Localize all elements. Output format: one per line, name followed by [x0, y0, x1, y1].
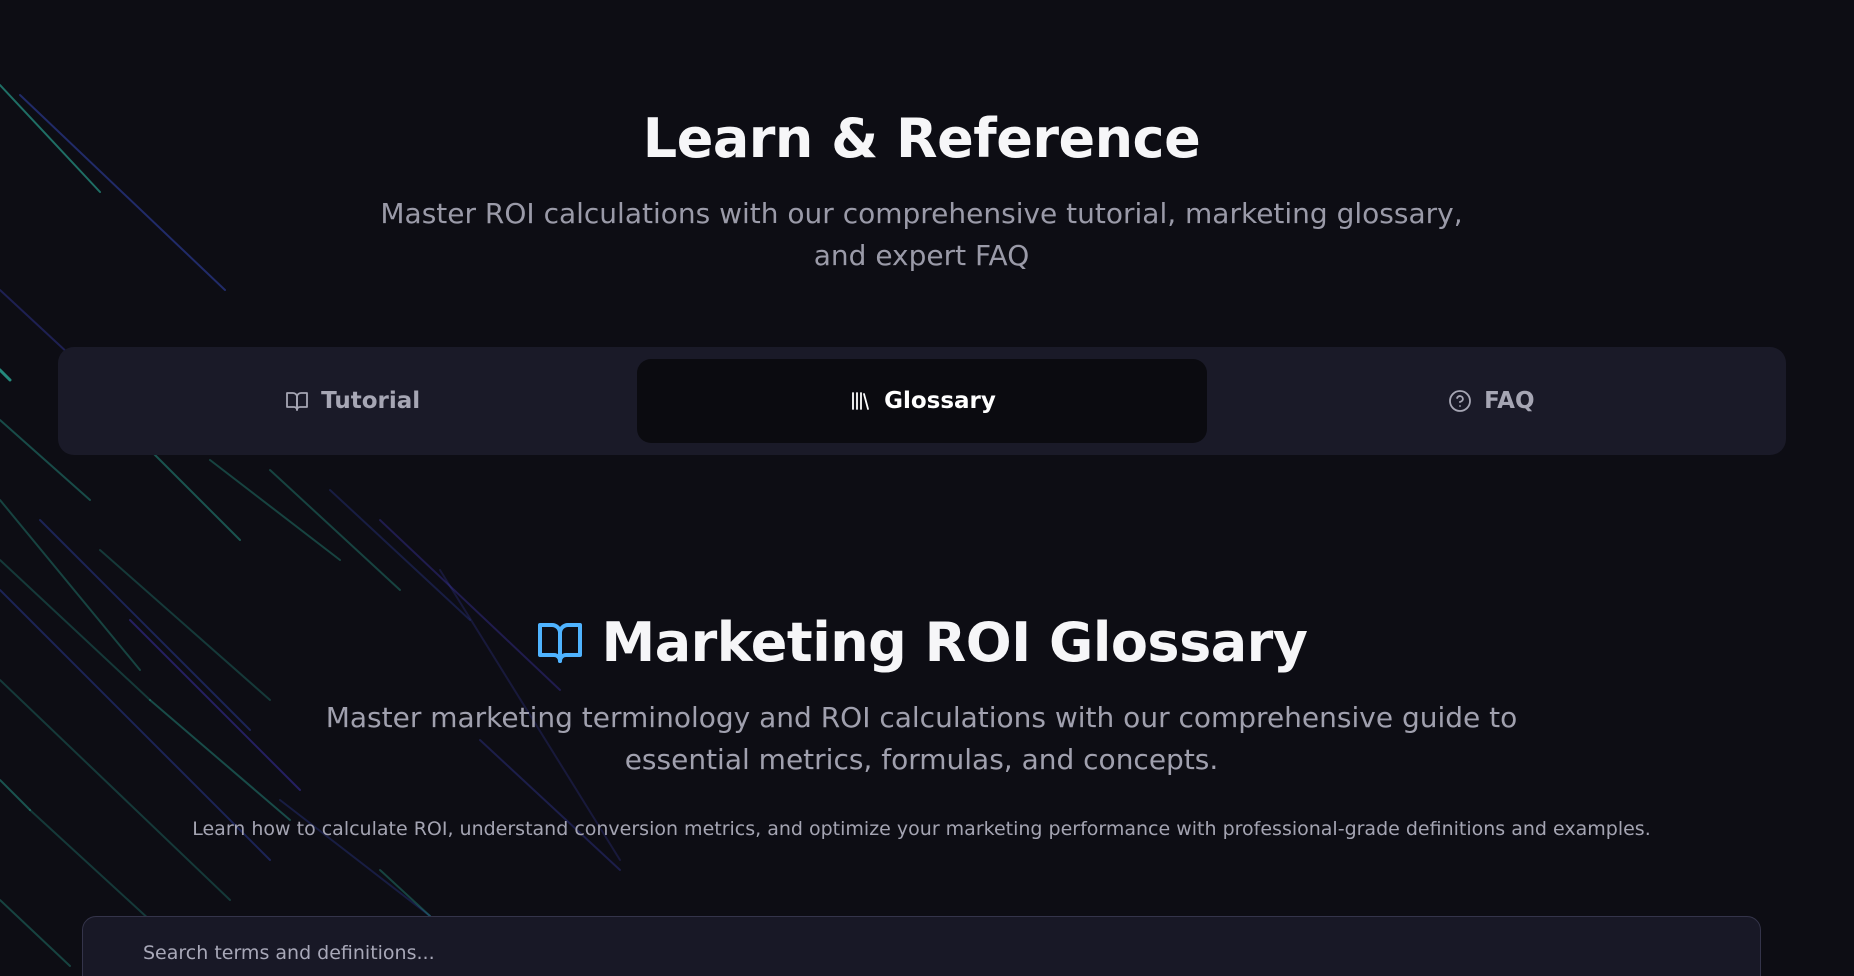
- book-open-icon: [286, 392, 309, 411]
- page-subtitle: Master ROI calculations with our compreh…: [380, 197, 1463, 272]
- glossary-title: Marketing ROI Glossary: [601, 611, 1308, 674]
- page: Learn & Reference Master ROI calculation…: [0, 0, 1854, 976]
- book-open-icon: [537, 623, 582, 663]
- tab-tutorial[interactable]: Tutorial: [68, 359, 637, 443]
- tab-bar: Tutorial Glossary FAQ: [58, 347, 1786, 455]
- search-input[interactable]: [141, 937, 1705, 969]
- glossary-description: Learn how to calculate ROI, understand c…: [192, 818, 1651, 840]
- tab-glossary[interactable]: Glossary: [637, 359, 1207, 443]
- glossary-subtitle: Master marketing terminology and ROI cal…: [325, 701, 1518, 776]
- help-circle-icon: [1449, 390, 1471, 412]
- search-container: [82, 916, 1761, 976]
- glossary-heading: Marketing ROI Glossary: [0, 608, 1843, 678]
- tab-faq[interactable]: FAQ: [1207, 359, 1776, 443]
- tab-tutorial-label: Tutorial: [321, 388, 421, 414]
- tab-glossary-label: Glossary: [884, 388, 996, 414]
- page-title: Learn & Reference: [642, 107, 1201, 170]
- library-icon: [852, 392, 869, 410]
- tab-faq-label: FAQ: [1484, 388, 1535, 414]
